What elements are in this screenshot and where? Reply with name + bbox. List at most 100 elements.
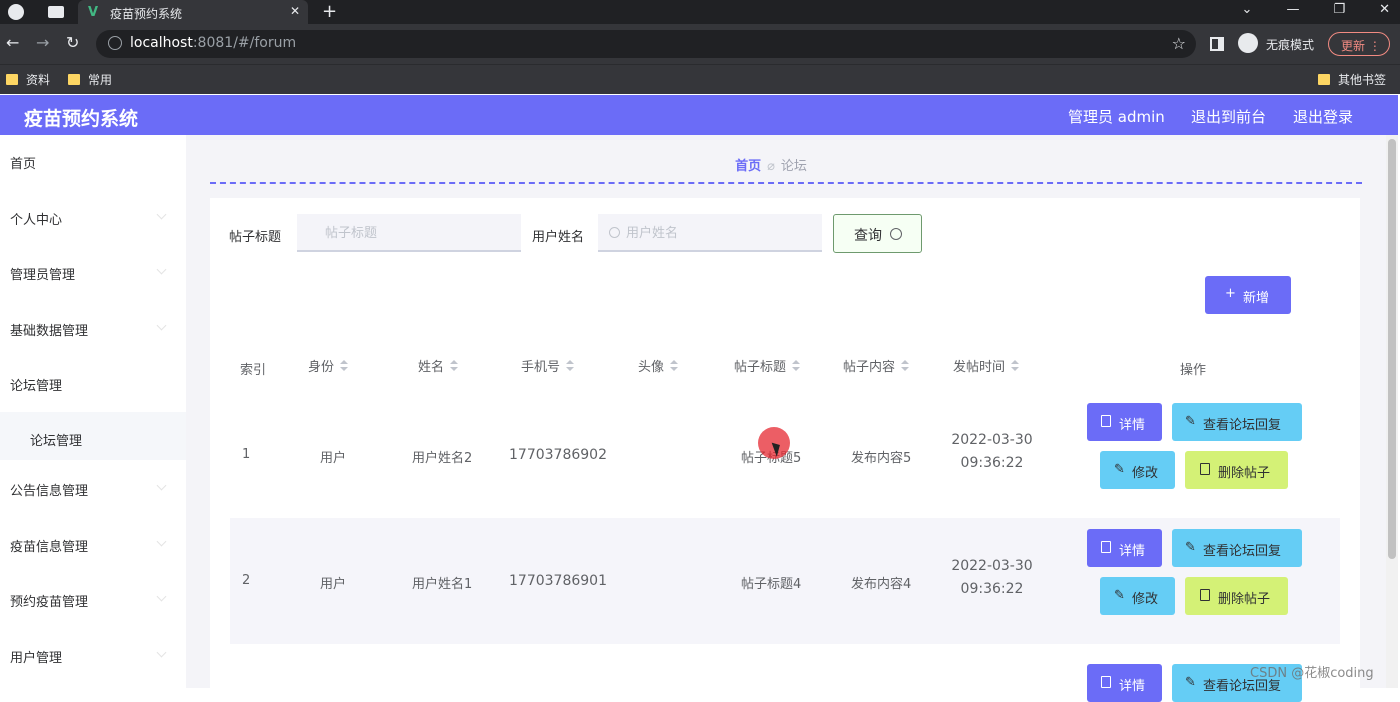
pen-icon: ✎: [1185, 414, 1196, 429]
bookmark-folder[interactable]: 资料: [6, 71, 50, 88]
scrollbar-thumb[interactable]: [1388, 139, 1396, 559]
cell-time: 2022-03-30 09:36:22: [951, 558, 1033, 597]
cell-title: 帖子标题4: [741, 577, 802, 592]
sidebar-item-base-data[interactable]: 基础数据管理: [0, 302, 186, 352]
sort-icon[interactable]: [340, 360, 349, 372]
vue-logo-icon: V: [88, 5, 99, 20]
chevron-down-icon[interactable]: ⌄: [1242, 2, 1253, 17]
cell-name: 用户姓名2: [412, 451, 473, 466]
to-front-link[interactable]: 退出到前台: [1191, 106, 1266, 127]
scrollbar[interactable]: [1386, 135, 1398, 688]
breadcrumb-current: 论坛: [780, 159, 807, 174]
sort-icon[interactable]: [901, 360, 910, 372]
restore-icon[interactable]: ❐: [1333, 2, 1345, 17]
info-icon[interactable]: [108, 36, 122, 50]
pen-icon: ✎: [1114, 462, 1125, 477]
sidebar-item-admins[interactable]: 管理员管理: [0, 246, 186, 296]
sidebar-item-vaccines[interactable]: 疫苗信息管理: [0, 518, 186, 568]
folder-icon: [6, 74, 18, 85]
close-icon[interactable]: ✕: [290, 4, 300, 18]
detail-button[interactable]: 详情: [1087, 403, 1162, 441]
app-header: 疫苗预约系统 管理员 admin 退出到前台 退出登录: [0, 95, 1398, 135]
bookmark-folder[interactable]: 常用: [68, 71, 112, 88]
column-header-title[interactable]: 帖子标题: [734, 356, 801, 375]
incognito-label: 无痕模式: [1266, 38, 1315, 52]
title-search-input[interactable]: [297, 214, 521, 252]
edit-button[interactable]: ✎ 修改: [1100, 577, 1175, 615]
column-header-name[interactable]: 姓名: [418, 356, 459, 375]
bookmarks-bar: 资料 常用 其他书签: [0, 64, 1400, 94]
sidebar-item-users[interactable]: 用户管理: [0, 629, 186, 679]
star-icon[interactable]: ☆: [1172, 34, 1186, 53]
forward-icon[interactable]: →: [36, 33, 49, 52]
side-panel-icon[interactable]: [1210, 37, 1224, 51]
column-header-time[interactable]: 发帖时间: [953, 356, 1020, 375]
detail-button[interactable]: 详情: [1087, 529, 1162, 567]
cell-time: 2022-03-30 09:36:22: [951, 432, 1033, 471]
edit-button[interactable]: ✎ 修改: [1100, 451, 1175, 489]
chevron-down-icon: [156, 209, 167, 220]
column-header-avatar[interactable]: 头像: [638, 356, 679, 375]
globe-icon[interactable]: [8, 4, 24, 20]
document-icon: [1101, 415, 1111, 427]
update-button[interactable]: 更新 ⋮: [1328, 32, 1390, 56]
cell-index: 2: [242, 573, 251, 588]
trash-icon: [1200, 463, 1210, 475]
table-row: 详情 ✎ 查看论坛回复: [230, 644, 1340, 702]
username-search-label: 用户姓名: [532, 230, 585, 245]
cell-index: 1: [242, 447, 251, 462]
cell-name: 用户姓名1: [412, 577, 473, 592]
add-button[interactable]: + 新增: [1205, 276, 1291, 314]
minimize-icon[interactable]: —: [1286, 2, 1299, 17]
logout-link[interactable]: 退出登录: [1293, 106, 1353, 127]
incognito-icon: [1238, 33, 1258, 53]
chevron-down-icon: [156, 591, 167, 602]
cell-identity: 用户: [320, 451, 347, 466]
sort-icon[interactable]: [566, 360, 575, 372]
sidebar-item-personal[interactable]: 个人中心: [0, 191, 186, 241]
pen-icon: ✎: [1185, 540, 1196, 555]
sidebar-item-notices[interactable]: 公告信息管理: [0, 462, 186, 512]
view-reply-button[interactable]: ✎ 查看论坛回复: [1172, 403, 1302, 441]
sort-icon[interactable]: [792, 360, 801, 372]
close-window-icon[interactable]: ✕: [1379, 2, 1390, 17]
browser-tab[interactable]: V 疫苗预约系统 ✕: [78, 0, 308, 24]
reload-icon[interactable]: ↻: [66, 33, 79, 52]
view-reply-button[interactable]: ✎ 查看论坛回复: [1172, 529, 1302, 567]
clip-icon: ⌀: [767, 159, 775, 174]
column-header-identity[interactable]: 身份: [308, 356, 349, 375]
column-header-content[interactable]: 帖子内容: [843, 356, 910, 375]
delete-button[interactable]: 删除帖子: [1185, 451, 1288, 489]
chevron-down-icon: [156, 536, 167, 547]
back-icon[interactable]: ←: [6, 33, 19, 52]
folder-icon: [1318, 74, 1330, 85]
sidebar-item-forum-group[interactable]: 论坛管理: [0, 357, 186, 407]
delete-button[interactable]: 删除帖子: [1185, 577, 1288, 615]
window-controls: ⌄ — ❐ ✕: [1242, 2, 1390, 17]
sort-icon[interactable]: [450, 360, 459, 372]
sort-icon[interactable]: [670, 360, 679, 372]
document-icon: [1101, 541, 1111, 553]
column-header-phone[interactable]: 手机号: [521, 356, 575, 375]
document-icon: [1101, 676, 1111, 688]
username-search-input[interactable]: [598, 214, 822, 252]
sort-icon[interactable]: [1011, 360, 1020, 372]
window-icon[interactable]: [48, 6, 64, 18]
sidebar-item-reservations[interactable]: 预约疫苗管理: [0, 573, 186, 623]
pen-icon: ✎: [1114, 588, 1125, 603]
url-input[interactable]: localhost:8081/#/forum ☆: [96, 30, 1196, 58]
new-tab-icon[interactable]: +: [322, 1, 337, 22]
column-header-actions: 操作: [1180, 363, 1207, 378]
other-bookmarks[interactable]: 其他书签: [1318, 71, 1386, 88]
table-row: 2 用户 用户姓名1 17703786901 帖子标题4 发布内容4 2022-…: [230, 518, 1340, 644]
cell-phone: 17703786901: [509, 573, 607, 589]
breadcrumb-home[interactable]: 首页: [735, 159, 761, 174]
sidebar-item-home[interactable]: 首页: [0, 135, 186, 185]
query-button[interactable]: 查询: [833, 214, 922, 253]
breadcrumb: 首页 ⌀ 论坛: [186, 155, 1356, 174]
address-bar: ← → ↻ localhost:8081/#/forum ☆ 无痕模式 更新 ⋮: [0, 24, 1400, 64]
detail-button[interactable]: 详情: [1087, 664, 1162, 702]
sidebar-item-forum[interactable]: 论坛管理: [0, 412, 186, 460]
cell-content: 发布内容5: [851, 451, 912, 466]
browser-tab-title: 疫苗预约系统: [110, 7, 183, 21]
